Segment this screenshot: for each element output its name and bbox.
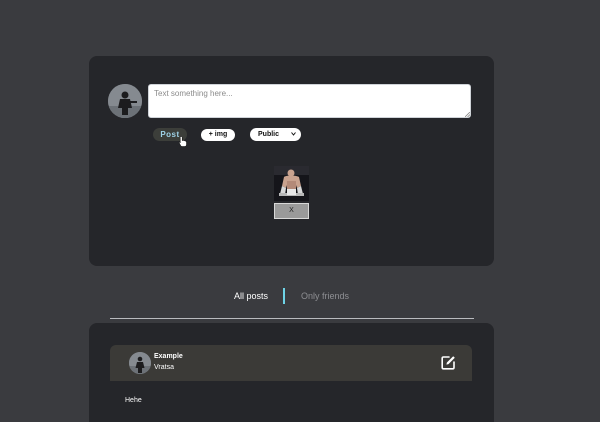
feed: Example Vratsa Hehe [89, 323, 494, 422]
tabs-divider-line [110, 318, 474, 319]
hand-pointer-icon [179, 136, 187, 147]
image-preview [274, 166, 309, 201]
tab-all-posts[interactable]: All posts [234, 291, 268, 301]
edit-icon[interactable] [441, 355, 456, 370]
remove-image-button[interactable]: X [274, 203, 309, 219]
page: Post + img Public X [0, 0, 600, 422]
add-image-button[interactable]: + img [201, 129, 235, 141]
post-author-name[interactable]: Example [154, 353, 183, 360]
post-header: Example Vratsa [110, 345, 472, 381]
post-composer: Post + img Public X [89, 56, 494, 266]
post-author-avatar[interactable] [129, 352, 151, 374]
post-body-text: Hehe [125, 397, 142, 404]
feed-filter-tabs: All posts Only friends [0, 288, 600, 304]
composer-avatar [108, 84, 142, 118]
visibility-selected-value: Public [258, 131, 280, 138]
chevron-down-icon [291, 132, 296, 136]
visibility-select[interactable]: Public [250, 128, 301, 141]
tab-divider [283, 288, 285, 304]
resize-handle-icon[interactable] [465, 112, 470, 117]
post-text-input[interactable] [148, 84, 471, 118]
post-author-location: Vratsa [154, 364, 174, 371]
tab-only-friends[interactable]: Only friends [301, 291, 349, 301]
